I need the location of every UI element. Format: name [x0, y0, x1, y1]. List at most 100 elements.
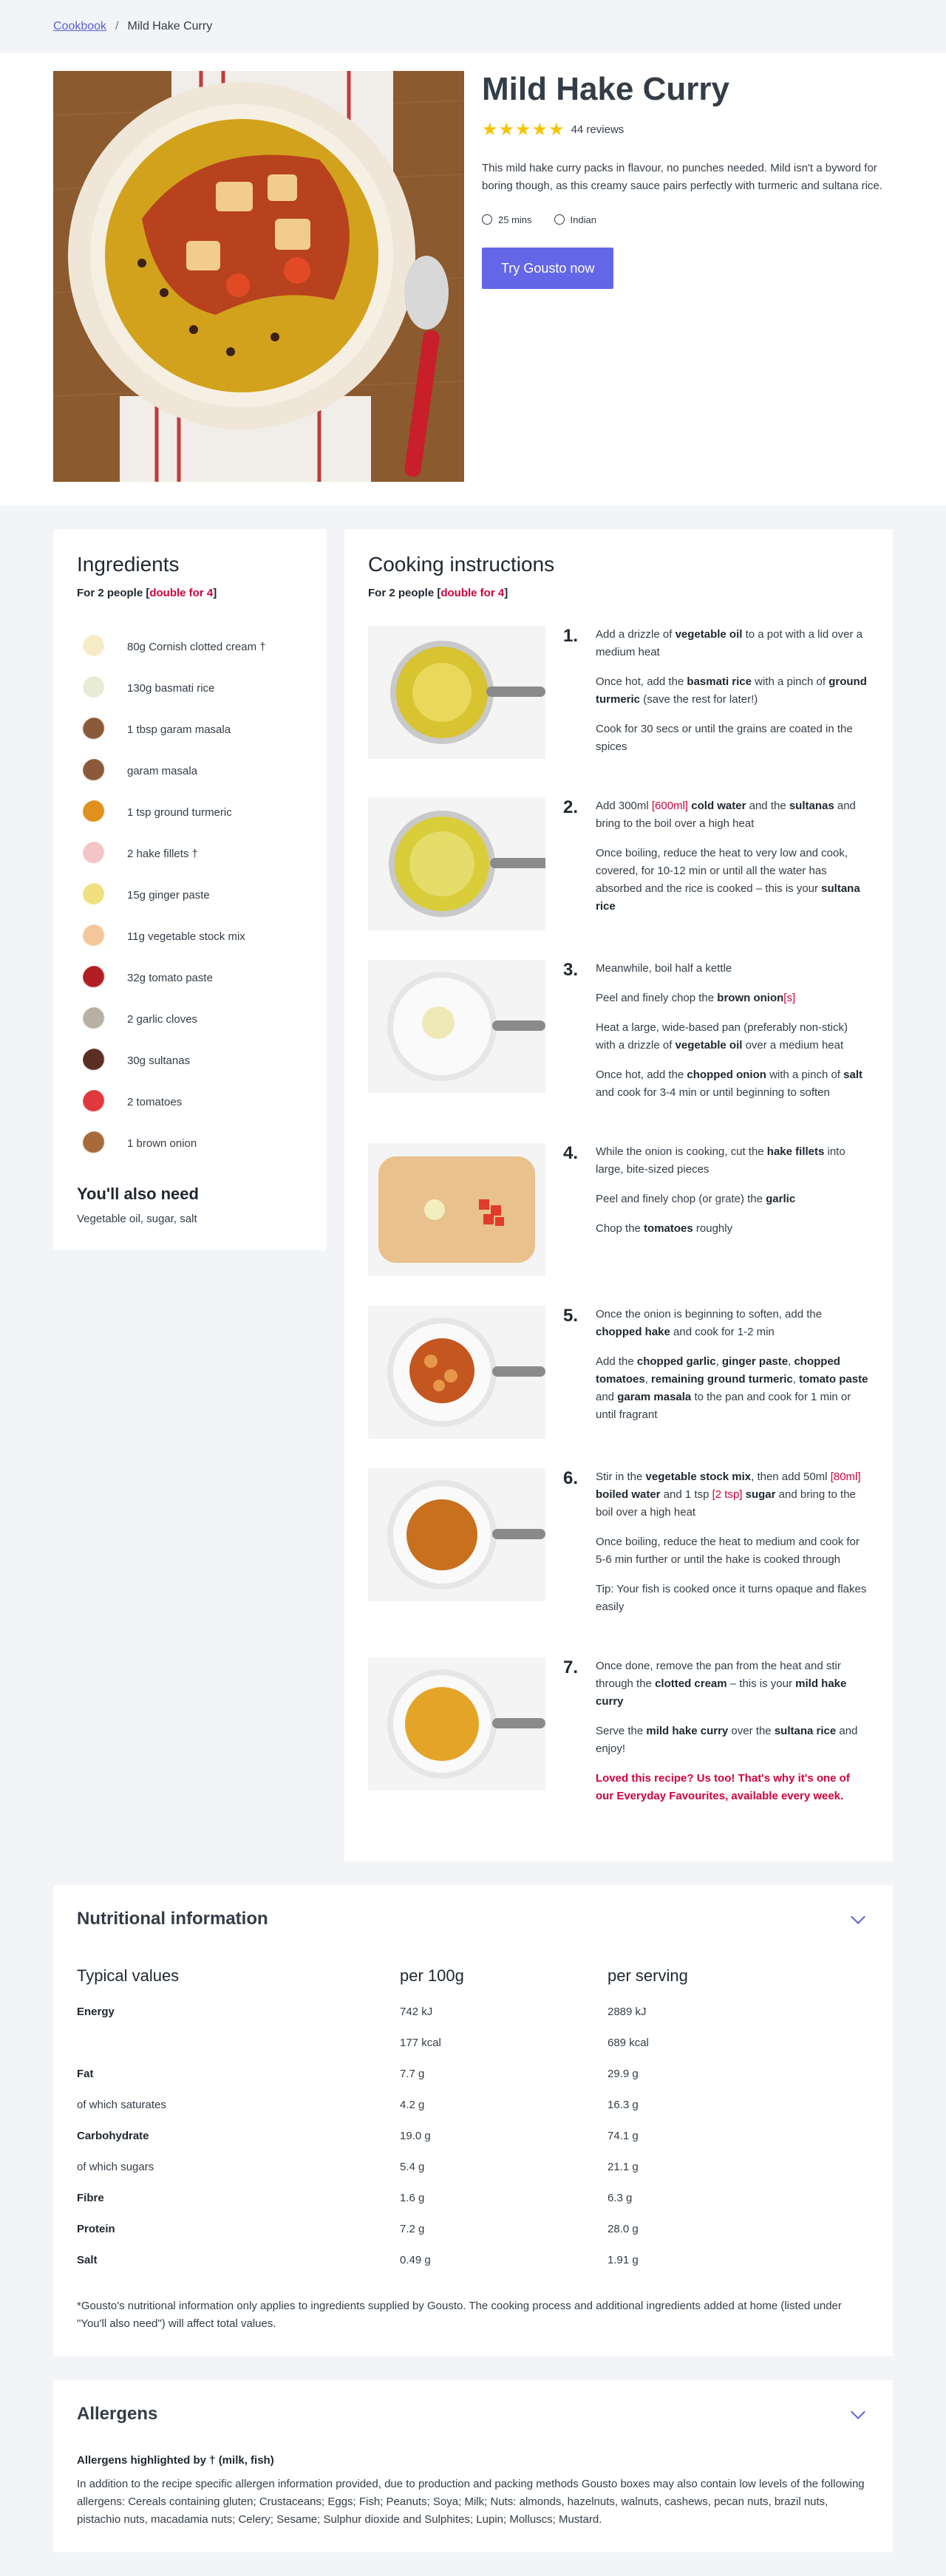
step-text: Once done, remove the pan from the heat … — [596, 1657, 869, 1817]
step-image — [368, 1468, 545, 1601]
nutrition-row: Protein 7.2 g 28.0 g — [77, 2213, 869, 2244]
nutrition-row: of which saturates 4.2 g 16.3 g — [77, 2089, 869, 2120]
step-paragraph: Peel and finely chop (or grate) the garl… — [596, 1193, 796, 1205]
ingredient-image — [83, 924, 106, 948]
nutrition-per-serving: 689 kcal — [608, 2036, 649, 2049]
step-number: 7. — [563, 1657, 579, 1677]
step-paragraph: Add the chopped garlic, ginger paste, ch… — [596, 1355, 868, 1421]
ingredient-label: 1 tbsp garam masala — [127, 723, 231, 736]
ingredient-item: 80g Cornish clotted cream † — [77, 626, 303, 667]
ingredient-label: 30g sultanas — [127, 1054, 191, 1067]
ingredient-label: 130g basmati rice — [127, 681, 215, 695]
step-number: 6. — [563, 1468, 579, 1488]
step-text: Once the onion is beginning to soften, a… — [596, 1306, 869, 1439]
ingredients-servings: For 2 people [double for 4] — [77, 587, 303, 599]
ingredients-card: Ingredients For 2 people [double for 4] … — [53, 529, 327, 1250]
try-gousto-button[interactable]: Try Gousto now — [482, 247, 614, 289]
cuisine: Indian — [554, 214, 596, 225]
step-text: While the onion is cooking, cut the hake… — [596, 1143, 869, 1276]
nutrition-label — [77, 2027, 400, 2058]
step-image — [368, 1657, 545, 1790]
chevron-down-icon[interactable] — [851, 1909, 865, 1924]
nutrition-label: Energy — [77, 2005, 115, 2018]
ingredient-label: 80g Cornish clotted cream † — [127, 640, 266, 653]
nutrition-label: of which saturates — [77, 2098, 166, 2111]
nutrition-per-serving: 28.0 g — [608, 2222, 639, 2235]
step-image — [368, 626, 545, 759]
allergens-title: Allergens — [77, 2404, 158, 2424]
nutrition-row: Fibre 1.6 g 6.3 g — [77, 2182, 869, 2213]
ingredient-item: 32g tomato paste — [77, 957, 303, 998]
nutrition-row: Energy 742 kJ 2889 kJ — [77, 1996, 869, 2027]
step-paragraph: Chop the tomatoes roughly — [596, 1222, 733, 1235]
double-for-4-link[interactable]: double for 4 — [440, 587, 504, 599]
breadcrumb-current: Mild Hake Curry — [127, 20, 213, 33]
servings-suffix: ] — [504, 587, 508, 599]
nutrition-label: Carbohydrate — [77, 2129, 149, 2142]
step-image — [368, 1143, 545, 1276]
nutrition-per-serving: 1.91 g — [608, 2253, 639, 2266]
ingredient-image — [83, 676, 106, 700]
step-paragraph: Once done, remove the pan from the heat … — [596, 1660, 847, 1708]
nutrition-per100g: 742 kJ — [400, 2005, 433, 2018]
globe-icon — [554, 214, 565, 225]
nutrition-per100g: 4.2 g — [400, 2098, 425, 2111]
step-paragraph: Once boiling, reduce the heat to medium … — [596, 1536, 860, 1566]
nutrition-title: Nutritional information — [77, 1909, 268, 1929]
nutrition-per-serving: 74.1 g — [608, 2129, 639, 2142]
recipe-title: Mild Hake Curry — [482, 71, 729, 107]
nutrition-header-typical: Typical values — [77, 1966, 180, 1985]
cooking-title: Cooking instructions — [368, 553, 555, 576]
step-text: Meanwhile, boil half a kettle Peel and fi… — [596, 960, 869, 1114]
ingredient-item: 130g basmati rice — [77, 667, 303, 709]
nutrition-header[interactable]: Nutritional information — [77, 1909, 869, 1929]
nutrition-label: Protein — [77, 2222, 115, 2235]
clock-icon — [482, 214, 492, 225]
servings-suffix: ] — [213, 587, 217, 599]
ingredient-image — [83, 718, 106, 741]
ingredient-label: 2 tomatoes — [127, 1095, 183, 1108]
ingredient-label: 1 brown onion — [127, 1137, 197, 1150]
recipe-meta: 25 mins Indian — [482, 214, 893, 225]
step-number: 4. — [563, 1143, 579, 1163]
also-need-text: Vegetable oil, sugar, salt — [77, 1213, 197, 1225]
nutrition-label: Salt — [77, 2253, 98, 2266]
ingredient-label: 2 hake fillets † — [127, 847, 198, 860]
ingredient-item: 11g vegetable stock mix — [77, 916, 303, 957]
cooking-step: 5. Once the onion is beginning to soften,… — [368, 1306, 869, 1439]
nutrition-per100g: 19.0 g — [400, 2129, 431, 2142]
rating[interactable]: ★★★★★ 44 reviews — [482, 119, 893, 140]
nutrition-per100g: 0.49 g — [400, 2253, 431, 2266]
ingredient-item: 30g sultanas — [77, 1040, 303, 1081]
ingredient-image — [83, 1090, 106, 1114]
nutrition-row: 177 kcal 689 kcal — [77, 2027, 869, 2058]
step-paragraph: Once hot, add the basmati rice with a pi… — [596, 675, 867, 706]
nutrition-per100g: 177 kcal — [400, 2036, 441, 2049]
reviews-count[interactable]: 44 reviews — [571, 123, 625, 136]
ingredient-item: 2 hake fillets † — [77, 833, 303, 874]
step-number: 1. — [563, 626, 579, 646]
ingredient-image — [83, 1007, 106, 1031]
step-paragraph: Peel and finely chop the brown onion[s] — [596, 992, 796, 1004]
step-paragraph: Once hot, add the chopped onion with a p… — [596, 1069, 862, 1099]
step-paragraph: Cook for 30 secs or until the grains are… — [596, 723, 853, 753]
ingredient-label: 1 tsp ground turmeric — [127, 805, 232, 819]
nutrition-per-serving: 21.1 g — [608, 2160, 639, 2173]
nutrition-header-per-serving: per serving — [608, 1966, 688, 1985]
cook-time-value: 25 mins — [498, 214, 532, 225]
ingredient-image — [83, 759, 106, 783]
double-for-4-link[interactable]: double for 4 — [149, 587, 213, 599]
ingredient-item: 15g ginger paste — [77, 874, 303, 916]
cooking-step: 6. Stir in the vegetable stock mix, then … — [368, 1468, 869, 1628]
ingredient-image — [83, 635, 106, 658]
step-paragraph: Loved this recipe? Us too! That's why it… — [596, 1772, 850, 1802]
step-paragraph: Once boiling, reduce the heat to very lo… — [596, 847, 860, 913]
step-text: Add 300ml [600ml] cold water and the sul… — [596, 797, 869, 930]
ingredient-image — [83, 842, 106, 865]
step-paragraph: While the onion is cooking, cut the hake… — [596, 1145, 845, 1176]
chevron-down-icon[interactable] — [851, 2405, 865, 2419]
allergens-header[interactable]: Allergens — [77, 2404, 869, 2425]
nutrition-row: of which sugars 5.4 g 21.1 g — [77, 2151, 869, 2182]
breadcrumb-cookbook-link[interactable]: Cookbook — [53, 20, 106, 33]
step-paragraph: Tip: Your fish is cooked once it turns o… — [596, 1583, 867, 1613]
